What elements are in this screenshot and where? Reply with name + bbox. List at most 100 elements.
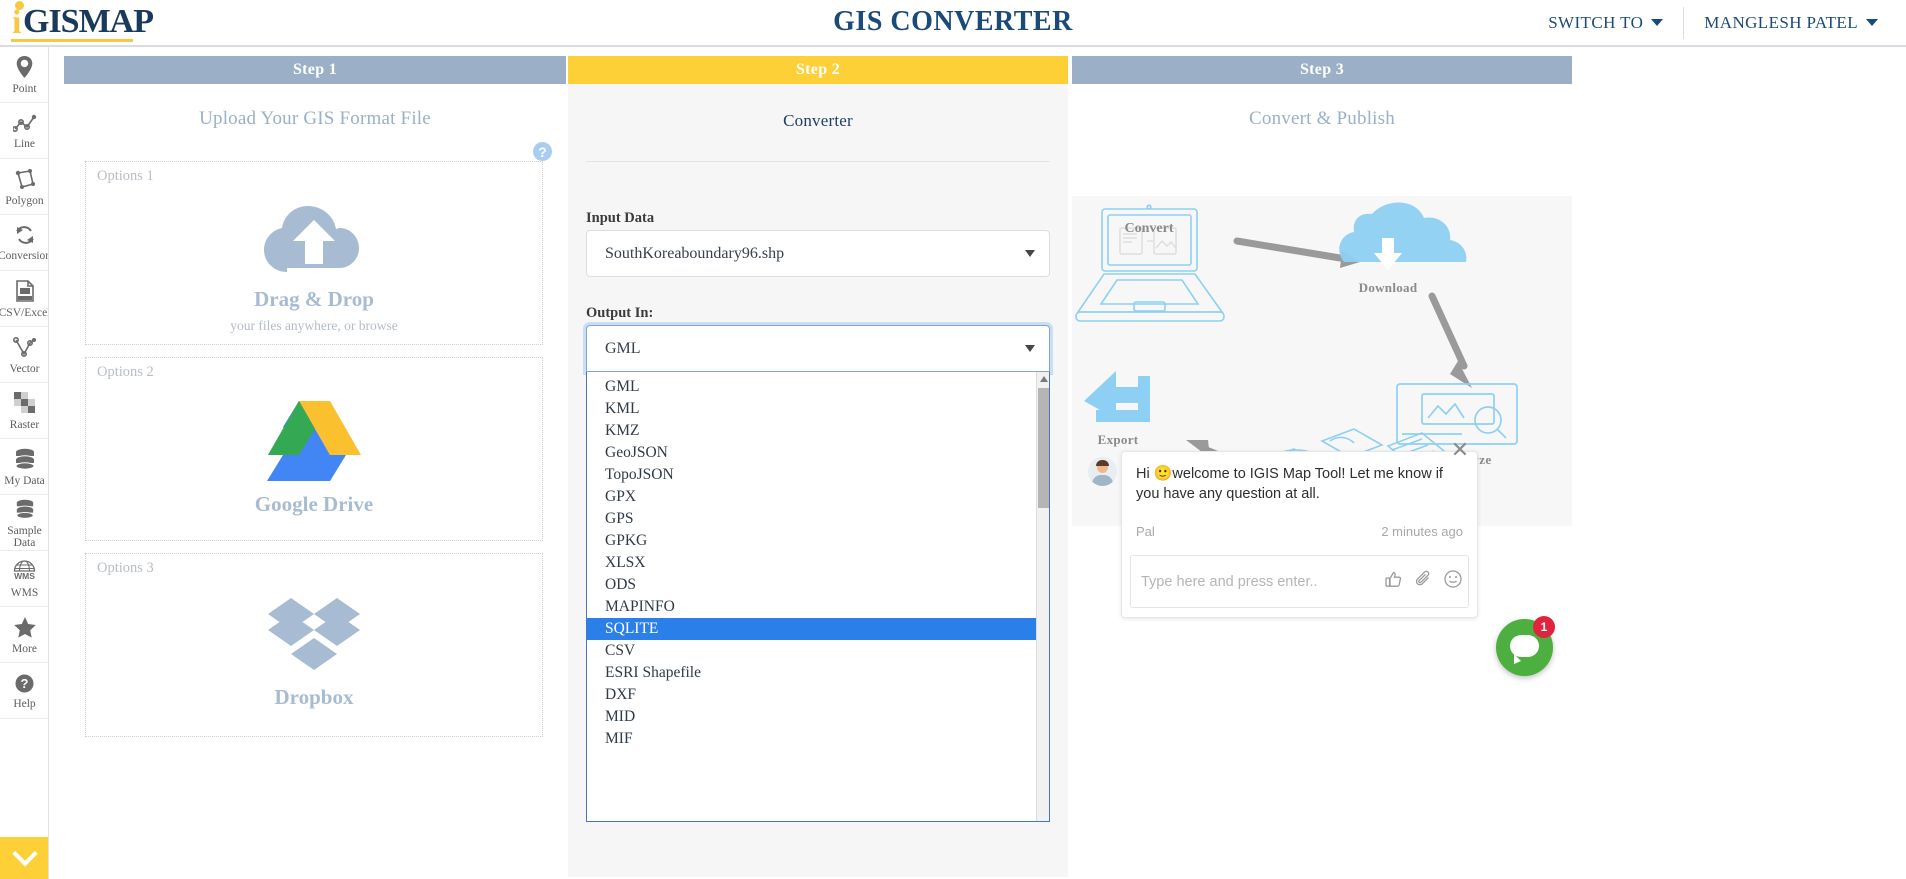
google-drive-icon	[267, 397, 362, 486]
dropdown-option[interactable]: ESRI Shapefile	[587, 662, 1036, 684]
step-1-title: Upload Your GIS Format File	[64, 84, 566, 130]
question-circle-icon: ?	[15, 674, 34, 697]
sidebar-item-raster[interactable]: Raster	[0, 383, 49, 439]
dropdown-option[interactable]: ODS	[587, 574, 1036, 596]
step-1-header: Step 1	[64, 56, 566, 84]
dropdown-option[interactable]: GPKG	[587, 530, 1036, 552]
sidebar-item-sample-data[interactable]: Sample Data	[0, 495, 49, 551]
dropdown-option[interactable]: CSV	[587, 640, 1036, 662]
database-icon	[14, 499, 36, 523]
chevron-down-icon	[1025, 250, 1035, 257]
sidebar-item-vector[interactable]: Vector	[0, 327, 49, 383]
option-label: Options 2	[97, 364, 154, 381]
avatar-hair	[1096, 460, 1109, 466]
chat-launcher-button[interactable]: 1	[1496, 619, 1553, 676]
scroll-up-arrow-icon[interactable]	[1040, 376, 1048, 382]
step-1-column: Step 1 Upload Your GIS Format File ? Opt…	[64, 56, 566, 877]
chat-timestamp: 2 minutes ago	[1381, 524, 1463, 539]
convert-arrows-icon	[14, 225, 36, 249]
dropdown-option[interactable]: GPS	[587, 508, 1036, 530]
sidebar-item-label: More	[12, 644, 37, 655]
chat-bubble-tail	[1514, 654, 1521, 664]
user-menu[interactable]: MANGLESH PATEL	[1684, 0, 1898, 45]
sidebar-item-help[interactable]: ? Help	[0, 663, 49, 719]
dropdown-option[interactable]: TopoJSON	[587, 464, 1036, 486]
sidebar-item-point[interactable]: Point	[0, 47, 49, 103]
dropdown-option-list: GMLKMLKMZGeoJSONTopoJSONGPXGPSGPKGXLSXOD…	[587, 372, 1036, 750]
switch-to-menu[interactable]: SWITCH TO	[1528, 0, 1683, 45]
option-body: Drag & Drop your files anywhere, or brow…	[86, 184, 542, 344]
sidebar-collapse-button[interactable]	[0, 837, 49, 879]
sidebar-item-label: Raster	[10, 420, 39, 431]
dropdown-option[interactable]: MIF	[587, 728, 1036, 750]
sidebar-item-wms[interactable]: WMS WMS	[0, 551, 49, 607]
chat-close-button[interactable]: ✕	[1449, 440, 1471, 462]
chevron-down-icon	[1866, 19, 1878, 26]
dropdown-option[interactable]: XLSX	[587, 552, 1036, 574]
dropdown-option[interactable]: MID	[587, 706, 1036, 728]
dropdown-option[interactable]: MAPINFO	[587, 596, 1036, 618]
dropdown-option[interactable]: DXF	[587, 684, 1036, 706]
chat-sender-name: Pal	[1136, 524, 1155, 539]
option-label: Options 1	[97, 168, 154, 185]
sidebar-item-my-data[interactable]: My Data	[0, 439, 49, 495]
raster-grid-icon	[14, 392, 36, 418]
sidebar-item-conversion[interactable]: Conversion	[0, 215, 49, 271]
csv-file-icon	[15, 280, 35, 306]
chevron-down-icon	[12, 841, 37, 866]
option-caption: Google Drive	[255, 492, 373, 517]
step-2-column: Step 2 Converter Input Data SouthKoreabo…	[568, 56, 1068, 877]
sidebar-item-csv-excel[interactable]: CSV/Excel	[0, 271, 49, 327]
dropdown-option[interactable]: KMZ	[587, 420, 1036, 442]
svg-text:?: ?	[21, 676, 29, 691]
star-icon	[14, 617, 36, 642]
output-format-select[interactable]: GML	[586, 325, 1050, 372]
dropdown-scrollbar[interactable]	[1036, 372, 1049, 821]
step-3-title: Convert & Publish	[1072, 84, 1572, 130]
scrollbar-thumb[interactable]	[1038, 388, 1049, 508]
chat-input-row[interactable]: Type here and press enter..	[1130, 555, 1469, 608]
top-nav: SWITCH TO MANGLESH PATEL	[1528, 0, 1898, 45]
sidebar-item-more[interactable]: More	[0, 607, 49, 663]
dropdown-option[interactable]: GeoJSON	[587, 442, 1036, 464]
dropdown-option[interactable]: GPX	[587, 486, 1036, 508]
logo-underline	[11, 39, 133, 42]
question-help-icon[interactable]: ?	[533, 142, 552, 161]
chevron-down-icon	[1651, 19, 1663, 26]
input-data-select[interactable]: SouthKoreaboundary96.shp	[586, 230, 1050, 277]
upload-option-drag-drop[interactable]: Options 1 Drag & Drop your files anywher…	[85, 161, 543, 345]
globe-wms-icon: WMS	[13, 560, 36, 586]
paperclip-icon[interactable]	[1408, 570, 1438, 593]
sidebar-item-line[interactable]: Line	[0, 103, 49, 159]
output-format-label: Output In:	[586, 305, 653, 322]
step-2-panel: Converter Input Data SouthKoreaboundary9…	[568, 84, 1068, 877]
step-1-panel: Upload Your GIS Format File ? Options 1 …	[64, 84, 566, 877]
sidebar-item-label: Polygon	[5, 196, 43, 207]
steps-container: Step 1 Upload Your GIS Format File ? Opt…	[50, 47, 1906, 879]
emoji-smile-icon: 🙂	[1154, 465, 1173, 482]
chat-input-placeholder[interactable]: Type here and press enter..	[1131, 574, 1378, 590]
step-2-header: Step 2	[568, 56, 1068, 84]
emoji-smile-icon[interactable]	[1438, 570, 1468, 593]
dropdown-option[interactable]: KML	[587, 398, 1036, 420]
svg-text:WMS: WMS	[14, 571, 35, 581]
sidebar-item-polygon[interactable]: Polygon	[0, 159, 49, 215]
input-data-label: Input Data	[586, 210, 654, 227]
chat-unread-badge: 1	[1533, 616, 1555, 638]
sidebar-item-label: Conversion	[0, 251, 49, 262]
upload-option-google-drive[interactable]: Options 2 Google Drive	[85, 357, 543, 541]
chevron-down-icon	[1025, 345, 1035, 352]
chat-message: Hi 🙂welcome to IGIS Map Tool! Let me kno…	[1136, 464, 1463, 504]
sidebar-item-label: My Data	[4, 476, 45, 487]
dropdown-option[interactable]: GML	[587, 376, 1036, 398]
upload-option-dropbox[interactable]: Options 3 Dropbox	[85, 553, 543, 737]
option-label: Options 3	[97, 560, 154, 577]
sidebar-item-label: Point	[12, 84, 36, 95]
left-sidebar: Point Line Polygon	[0, 47, 49, 879]
top-bar: i GISMAP GIS CONVERTER SWITCH TO MANGLES…	[0, 0, 1906, 47]
sidebar-item-label: Help	[13, 699, 35, 710]
output-format-dropdown[interactable]: GMLKMLKMZGeoJSONTopoJSONGPXGPSGPKGXLSXOD…	[586, 372, 1050, 822]
user-name-label: MANGLESH PATEL	[1704, 13, 1858, 33]
thumbs-up-icon[interactable]	[1378, 571, 1408, 593]
dropdown-option[interactable]: SQLITE	[587, 618, 1036, 640]
